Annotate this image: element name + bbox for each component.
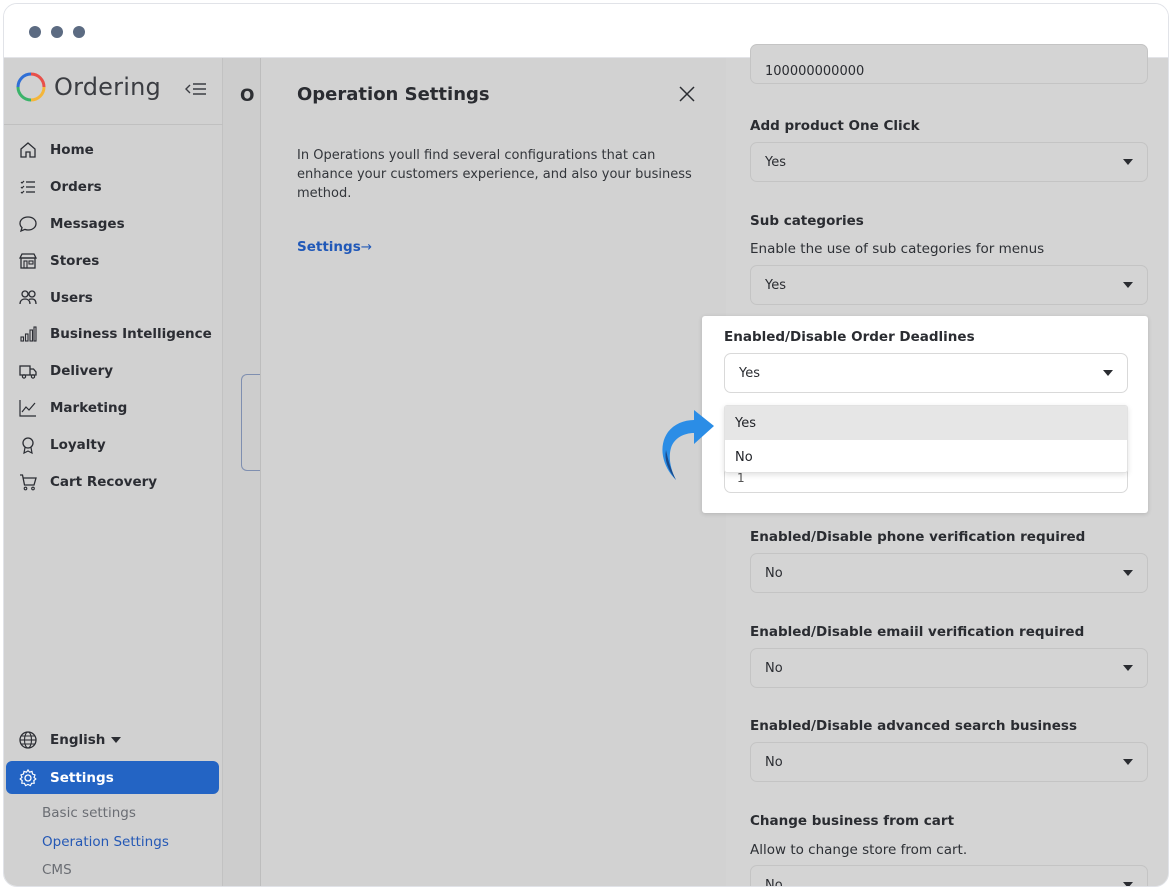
sidebar-item-business-intelligence[interactable]: Business Intelligence — [4, 316, 223, 353]
sidebar: Ordering Home Orders Messages Stores Use… — [4, 58, 223, 886]
sidebar-subitem-operation-settings[interactable]: Operation Settings — [42, 834, 169, 850]
language-label: English — [50, 732, 106, 748]
gear-icon — [19, 768, 37, 786]
sidebar-item-label: Orders — [50, 179, 102, 196]
window-dot — [51, 26, 63, 38]
email-verification-select[interactable]: No — [750, 648, 1148, 688]
order-deadlines-value: Yes — [739, 365, 760, 381]
users-icon — [19, 289, 37, 304]
caret-down-icon — [1123, 759, 1133, 765]
sidebar-item-label: Settings — [50, 769, 114, 786]
sidebar-item-stores[interactable]: Stores — [4, 242, 223, 279]
sidebar-subitem-cms[interactable]: CMS — [42, 862, 72, 878]
add-product-value: Yes — [765, 154, 786, 170]
dropdown-menu: Yes No — [724, 405, 1128, 473]
settings-link-label: Settings — [297, 239, 361, 255]
list-icon — [20, 180, 35, 195]
sub-categories-label: Sub categories — [750, 213, 864, 229]
sidebar-item-label: Home — [50, 142, 94, 159]
numeric-input-value: 100000000000 — [765, 63, 865, 79]
drawer-title: Operation Settings — [297, 84, 490, 105]
caret-down-icon — [1123, 882, 1133, 886]
sidebar-item-marketing[interactable]: Marketing — [4, 390, 223, 427]
sidebar-nav: Home Orders Messages Stores Users Busine… — [4, 132, 223, 500]
sub-categories-help: Enable the use of sub categories for men… — [750, 241, 1045, 257]
sidebar-item-label: Marketing — [50, 399, 128, 416]
order-deadlines-label: Enabled/Disable Order Deadlines — [724, 329, 975, 345]
caret-down-icon — [1103, 370, 1113, 376]
sidebar-item-home[interactable]: Home — [4, 132, 223, 169]
sidebar-item-label: Loyalty — [50, 436, 106, 453]
window-dot — [29, 26, 41, 38]
sidebar-item-label: Messages — [50, 215, 125, 232]
window-dot — [73, 26, 85, 38]
sidebar-divider — [4, 124, 223, 125]
dropdown-option-no[interactable]: No — [725, 440, 1127, 472]
language-selector[interactable]: English — [18, 730, 122, 750]
settings-link[interactable]: Settings→ — [297, 239, 372, 255]
page-title: O — [240, 86, 255, 106]
sidebar-item-label: Users — [50, 289, 93, 306]
dropdown-option-yes[interactable]: Yes — [725, 406, 1127, 440]
change-business-label: Change business from cart — [750, 813, 955, 829]
sub-categories-select[interactable]: Yes — [750, 265, 1148, 305]
phone-verification-value: No — [765, 565, 783, 581]
caret-down-icon — [1123, 159, 1133, 165]
pointer-arrow-icon — [662, 410, 714, 480]
sidebar-item-cart-recovery[interactable]: Cart Recovery — [4, 463, 223, 500]
chat-bubble-icon — [19, 216, 37, 233]
trend-line-icon — [19, 399, 36, 417]
sidebar-item-label: Stores — [50, 252, 100, 269]
sidebar-item-label: Delivery — [50, 363, 114, 380]
sidebar-item-loyalty[interactable]: Loyalty — [4, 426, 223, 463]
phone-verification-label: Enabled/Disable phone verification requi… — [750, 529, 1086, 545]
order-deadlines-select[interactable]: Yes — [724, 353, 1128, 393]
home-icon — [20, 142, 36, 159]
close-icon[interactable] — [677, 84, 697, 104]
sidebar-item-users[interactable]: Users — [4, 279, 223, 316]
change-business-select[interactable]: No — [750, 865, 1148, 887]
numeric-input[interactable]: 100000000000 — [750, 44, 1148, 84]
add-product-label: Add product One Click — [750, 118, 920, 134]
caret-down-icon — [111, 737, 122, 743]
sidebar-item-settings[interactable]: Settings — [6, 761, 219, 794]
sidebar-item-delivery[interactable]: Delivery — [4, 353, 223, 390]
cart-icon — [20, 473, 37, 490]
sidebar-subitem-basic-settings[interactable]: Basic settings — [42, 805, 136, 821]
sidebar-item-orders[interactable]: Orders — [4, 169, 223, 206]
store-icon — [18, 253, 38, 269]
drawer-description: In Operations youll find several configu… — [297, 148, 692, 201]
collapse-sidebar-icon[interactable] — [184, 80, 208, 102]
brand-name: Ordering — [54, 73, 161, 101]
truck-icon — [19, 365, 37, 379]
caret-down-icon — [1123, 570, 1133, 576]
change-business-help: Allow to change store from cart. — [750, 842, 968, 858]
brand-logo[interactable]: Ordering — [16, 72, 161, 102]
phone-verification-select[interactable]: No — [750, 553, 1148, 593]
sidebar-item-messages[interactable]: Messages — [4, 206, 223, 243]
hidden-input-value: 1 — [737, 471, 745, 485]
sidebar-item-label: Cart Recovery — [50, 473, 158, 490]
advanced-search-value: No — [765, 754, 783, 770]
browser-window: Ordering Home Orders Messages Stores Use… — [3, 3, 1169, 887]
email-verification-value: No — [765, 660, 783, 676]
change-business-value: No — [765, 877, 783, 887]
add-product-select[interactable]: Yes — [750, 142, 1148, 182]
app: Ordering Home Orders Messages Stores Use… — [4, 44, 1168, 887]
bar-chart-icon — [20, 326, 37, 342]
arrow-right-icon: → — [360, 239, 373, 255]
email-verification-label: Enabled/Disable emaiil verification requ… — [750, 624, 1085, 640]
caret-down-icon — [1123, 665, 1133, 671]
advanced-search-label: Enabled/Disable advanced search business — [750, 718, 1077, 734]
sub-categories-value: Yes — [765, 277, 786, 293]
sidebar-item-label: Business Intelligence — [50, 326, 212, 343]
ordering-logo-icon — [16, 72, 46, 102]
order-deadlines-popup: Enabled/Disable Order Deadlines Yes 1 Ye… — [702, 316, 1148, 513]
caret-down-icon — [1123, 282, 1133, 288]
globe-icon — [19, 731, 37, 749]
award-icon — [22, 437, 34, 454]
advanced-search-select[interactable]: No — [750, 742, 1148, 782]
